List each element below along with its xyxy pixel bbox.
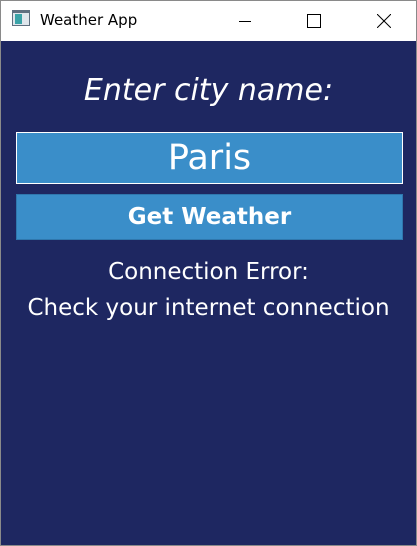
main-content: Enter city name: Get Weather Connection … xyxy=(1,41,416,545)
status-message: Connection Error: Check your internet co… xyxy=(1,254,416,326)
maximize-icon xyxy=(307,14,321,28)
status-line-error: Connection Error: xyxy=(108,259,309,285)
app-window: Weather App Enter city name: Get Weather… xyxy=(0,0,417,546)
city-input[interactable] xyxy=(16,132,403,184)
window-title: Weather App xyxy=(40,11,138,29)
get-weather-button[interactable]: Get Weather xyxy=(16,194,403,240)
close-icon xyxy=(377,14,391,28)
title-bar[interactable]: Weather App xyxy=(1,1,416,41)
close-button[interactable] xyxy=(361,1,407,41)
app-window-icon xyxy=(12,10,30,26)
maximize-button[interactable] xyxy=(291,1,337,41)
minimize-icon xyxy=(239,21,251,22)
city-prompt-label: Enter city name: xyxy=(83,73,334,108)
status-line-hint: Check your internet connection xyxy=(27,295,390,321)
minimize-button[interactable] xyxy=(222,1,268,41)
